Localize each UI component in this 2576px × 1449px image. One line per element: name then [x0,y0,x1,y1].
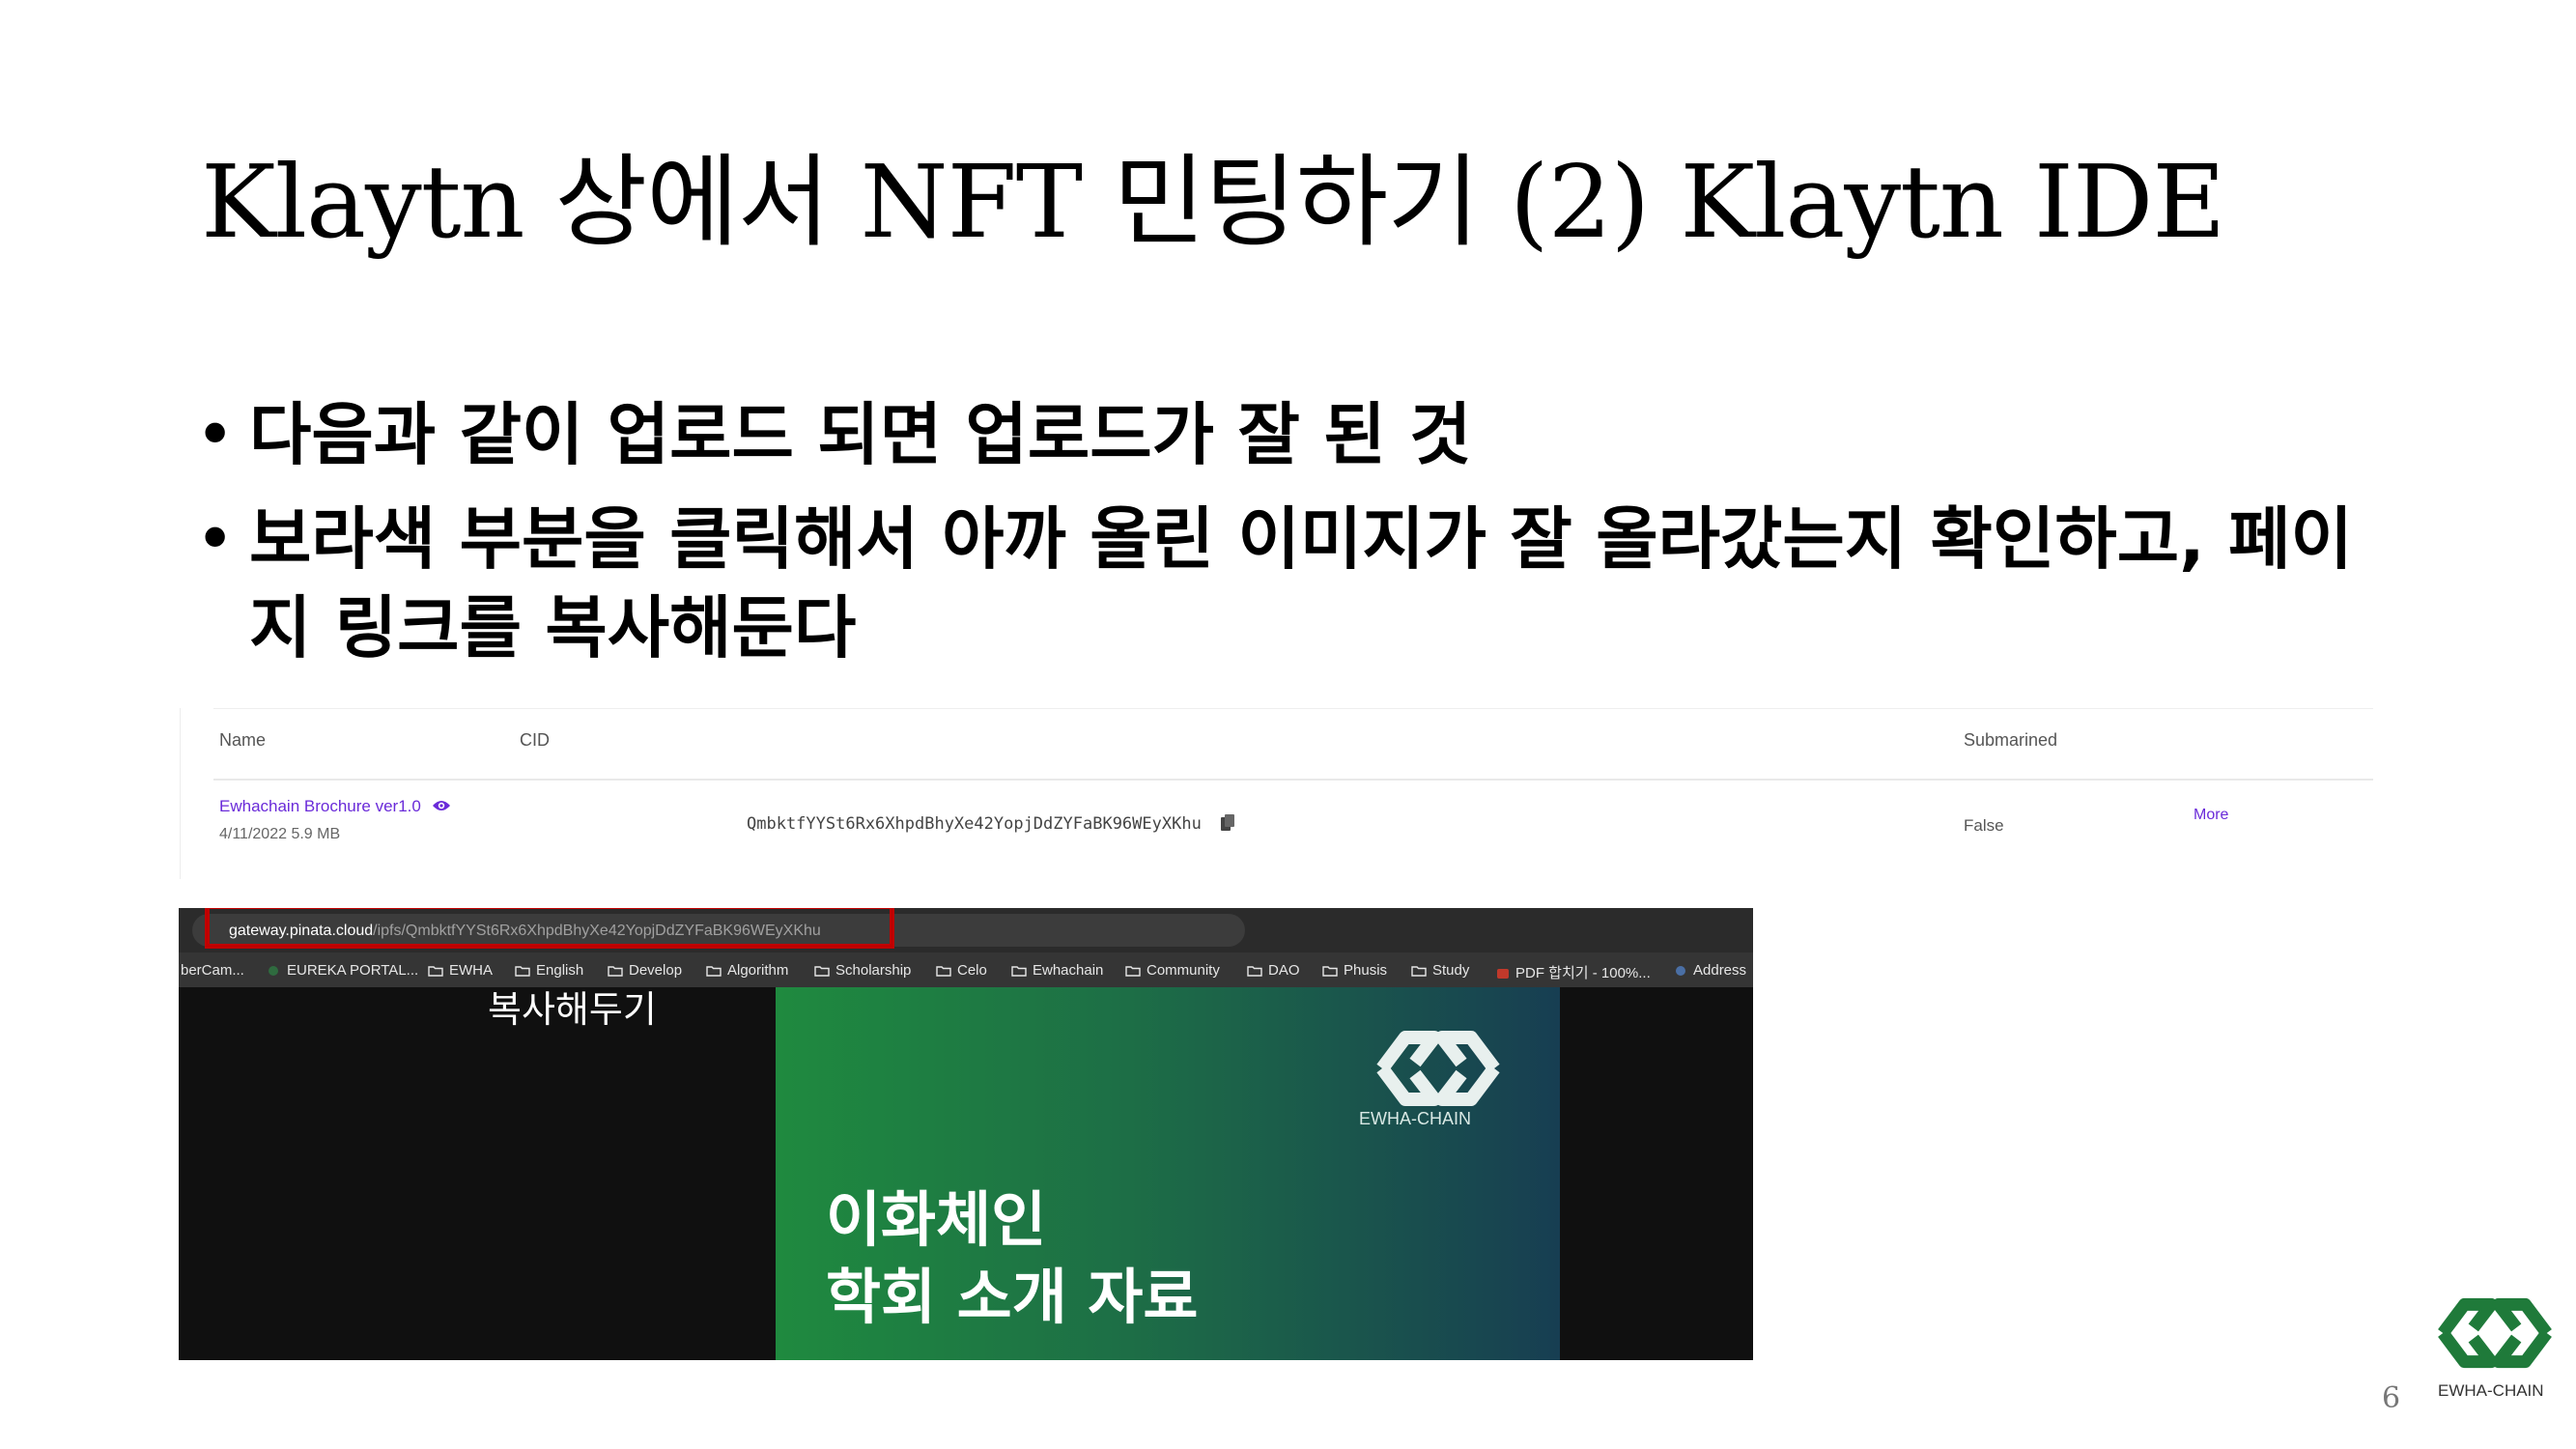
folder-icon [814,966,830,977]
file-meta: 4/11/2022 5.9 MB [219,826,341,842]
cid-text: QmbktfYYSt6Rx6XhpdBhyXe42YopjDdZYFaBK96W… [747,814,1202,834]
bullet-dot: • [195,499,236,579]
bookmark-folder-phusis[interactable]: Phusis [1322,962,1387,979]
column-header-submarined: Submarined [1964,730,2058,750]
bookmark-folder-ewhachain[interactable]: Ewhachain [1011,962,1103,979]
table-header: Name CID Submarined [213,708,2373,781]
folder-icon [608,966,623,977]
folder-icon [1411,966,1427,977]
bookmark-folder-celo[interactable]: Celo [936,962,987,979]
pdf-favicon-icon [1497,969,1509,979]
folder-icon [1125,966,1141,977]
url-highlight-box [205,908,894,949]
copy-icon[interactable] [1221,814,1235,836]
bookmark-folder-study[interactable]: Study [1411,962,1469,979]
ewha-chain-logo-icon [2434,1294,2556,1376]
more-link[interactable]: More [2194,807,2228,824]
submarined-value: False [1964,816,2004,835]
bullet-dot: • [195,395,236,474]
bookmark-folder-algorithm[interactable]: Algorithm [706,962,788,979]
bookmark-folder-scholarship[interactable]: Scholarship [814,962,911,979]
brochure-image: EWHA-CHAIN 이화체인 학회 소개 자료 [776,987,1560,1360]
folder-icon [1011,966,1027,977]
bookmark-folder-dao[interactable]: DAO [1247,962,1300,979]
browser-screenshot: gateway.pinata.cloud/ipfs/QmbktfYYSt6Rx6… [179,908,1753,1360]
folder-icon [936,966,951,977]
bookmark-item[interactable]: berCam... [181,962,244,979]
folder-icon [1322,966,1338,977]
address-favicon-icon [1676,966,1685,976]
column-header-name: Name [219,730,267,750]
folder-icon [1247,966,1262,977]
bookmark-item-pdf[interactable]: PDF 합치기 - 100%... [1496,962,1651,982]
file-name-link[interactable]: Ewhachain Brochure ver1.0 [219,797,451,817]
bookmark-item[interactable]: EUREKA PORTAL... [268,962,418,979]
bullet-text: 보라색 부분을 클릭해서 아까 올린 이미지가 잘 올라갔는지 확인하고, 페이… [249,499,2353,668]
bullet-item: • 보라색 부분을 클릭해서 아까 올린 이미지가 잘 올라갔는지 확인하고, … [191,495,2413,672]
pinata-file-table: Name CID Submarined Ewhachain Brochure v… [180,708,2373,879]
brochure-heading-line1: 이화체인 [826,1184,1047,1255]
eye-icon[interactable] [432,798,451,817]
folder-icon [515,966,530,977]
brochure-logo-text: EWHA-CHAIN [1359,1109,1471,1128]
bookmark-folder-english[interactable]: English [515,962,583,979]
footer-logo-text: EWHA-CHAIN [2438,1381,2544,1400]
bullet-list: • 다음과 같이 업로드 되면 업로드가 잘 된 것 • 보라색 부분을 클릭해… [191,390,2413,688]
bookmarks-bar: berCam... EUREKA PORTAL... EWHA English … [179,952,1753,987]
browser-caption: 복사해두기 [488,988,657,1031]
folder-icon [428,966,443,977]
cid-value: QmbktfYYSt6Rx6XhpdBhyXe42YopjDdZYFaBK96W… [747,814,1235,836]
bookmark-folder-develop[interactable]: Develop [608,962,682,979]
bookmark-favicon-icon [269,966,278,976]
file-name[interactable]: Ewhachain Brochure ver1.0 [219,797,421,815]
table-row: Ewhachain Brochure ver1.0 4/11/2022 5.9 … [213,780,2373,876]
bookmark-folder-ewha[interactable]: EWHA [428,962,493,979]
folder-icon [706,966,722,977]
bookmark-item-address[interactable]: Address [1674,962,1746,979]
page-number: 6 [2382,1381,2401,1415]
slide-title: Klaytn 상에서 NFT 민팅하기 (2) Klaytn IDE [201,143,2225,261]
brochure-heading-line2: 학회 소개 자료 [826,1262,1199,1332]
bullet-item: • 다음과 같이 업로드 되면 업로드가 잘 된 것 [191,390,2413,479]
ewha-chain-logo-icon [1373,1028,1504,1113]
column-header-cid: CID [520,730,550,750]
address-bar: gateway.pinata.cloud/ipfs/QmbktfYYSt6Rx6… [179,908,1753,952]
bullet-text: 다음과 같이 업로드 되면 업로드가 잘 된 것 [249,395,1472,474]
bookmark-folder-community[interactable]: Community [1125,962,1220,979]
